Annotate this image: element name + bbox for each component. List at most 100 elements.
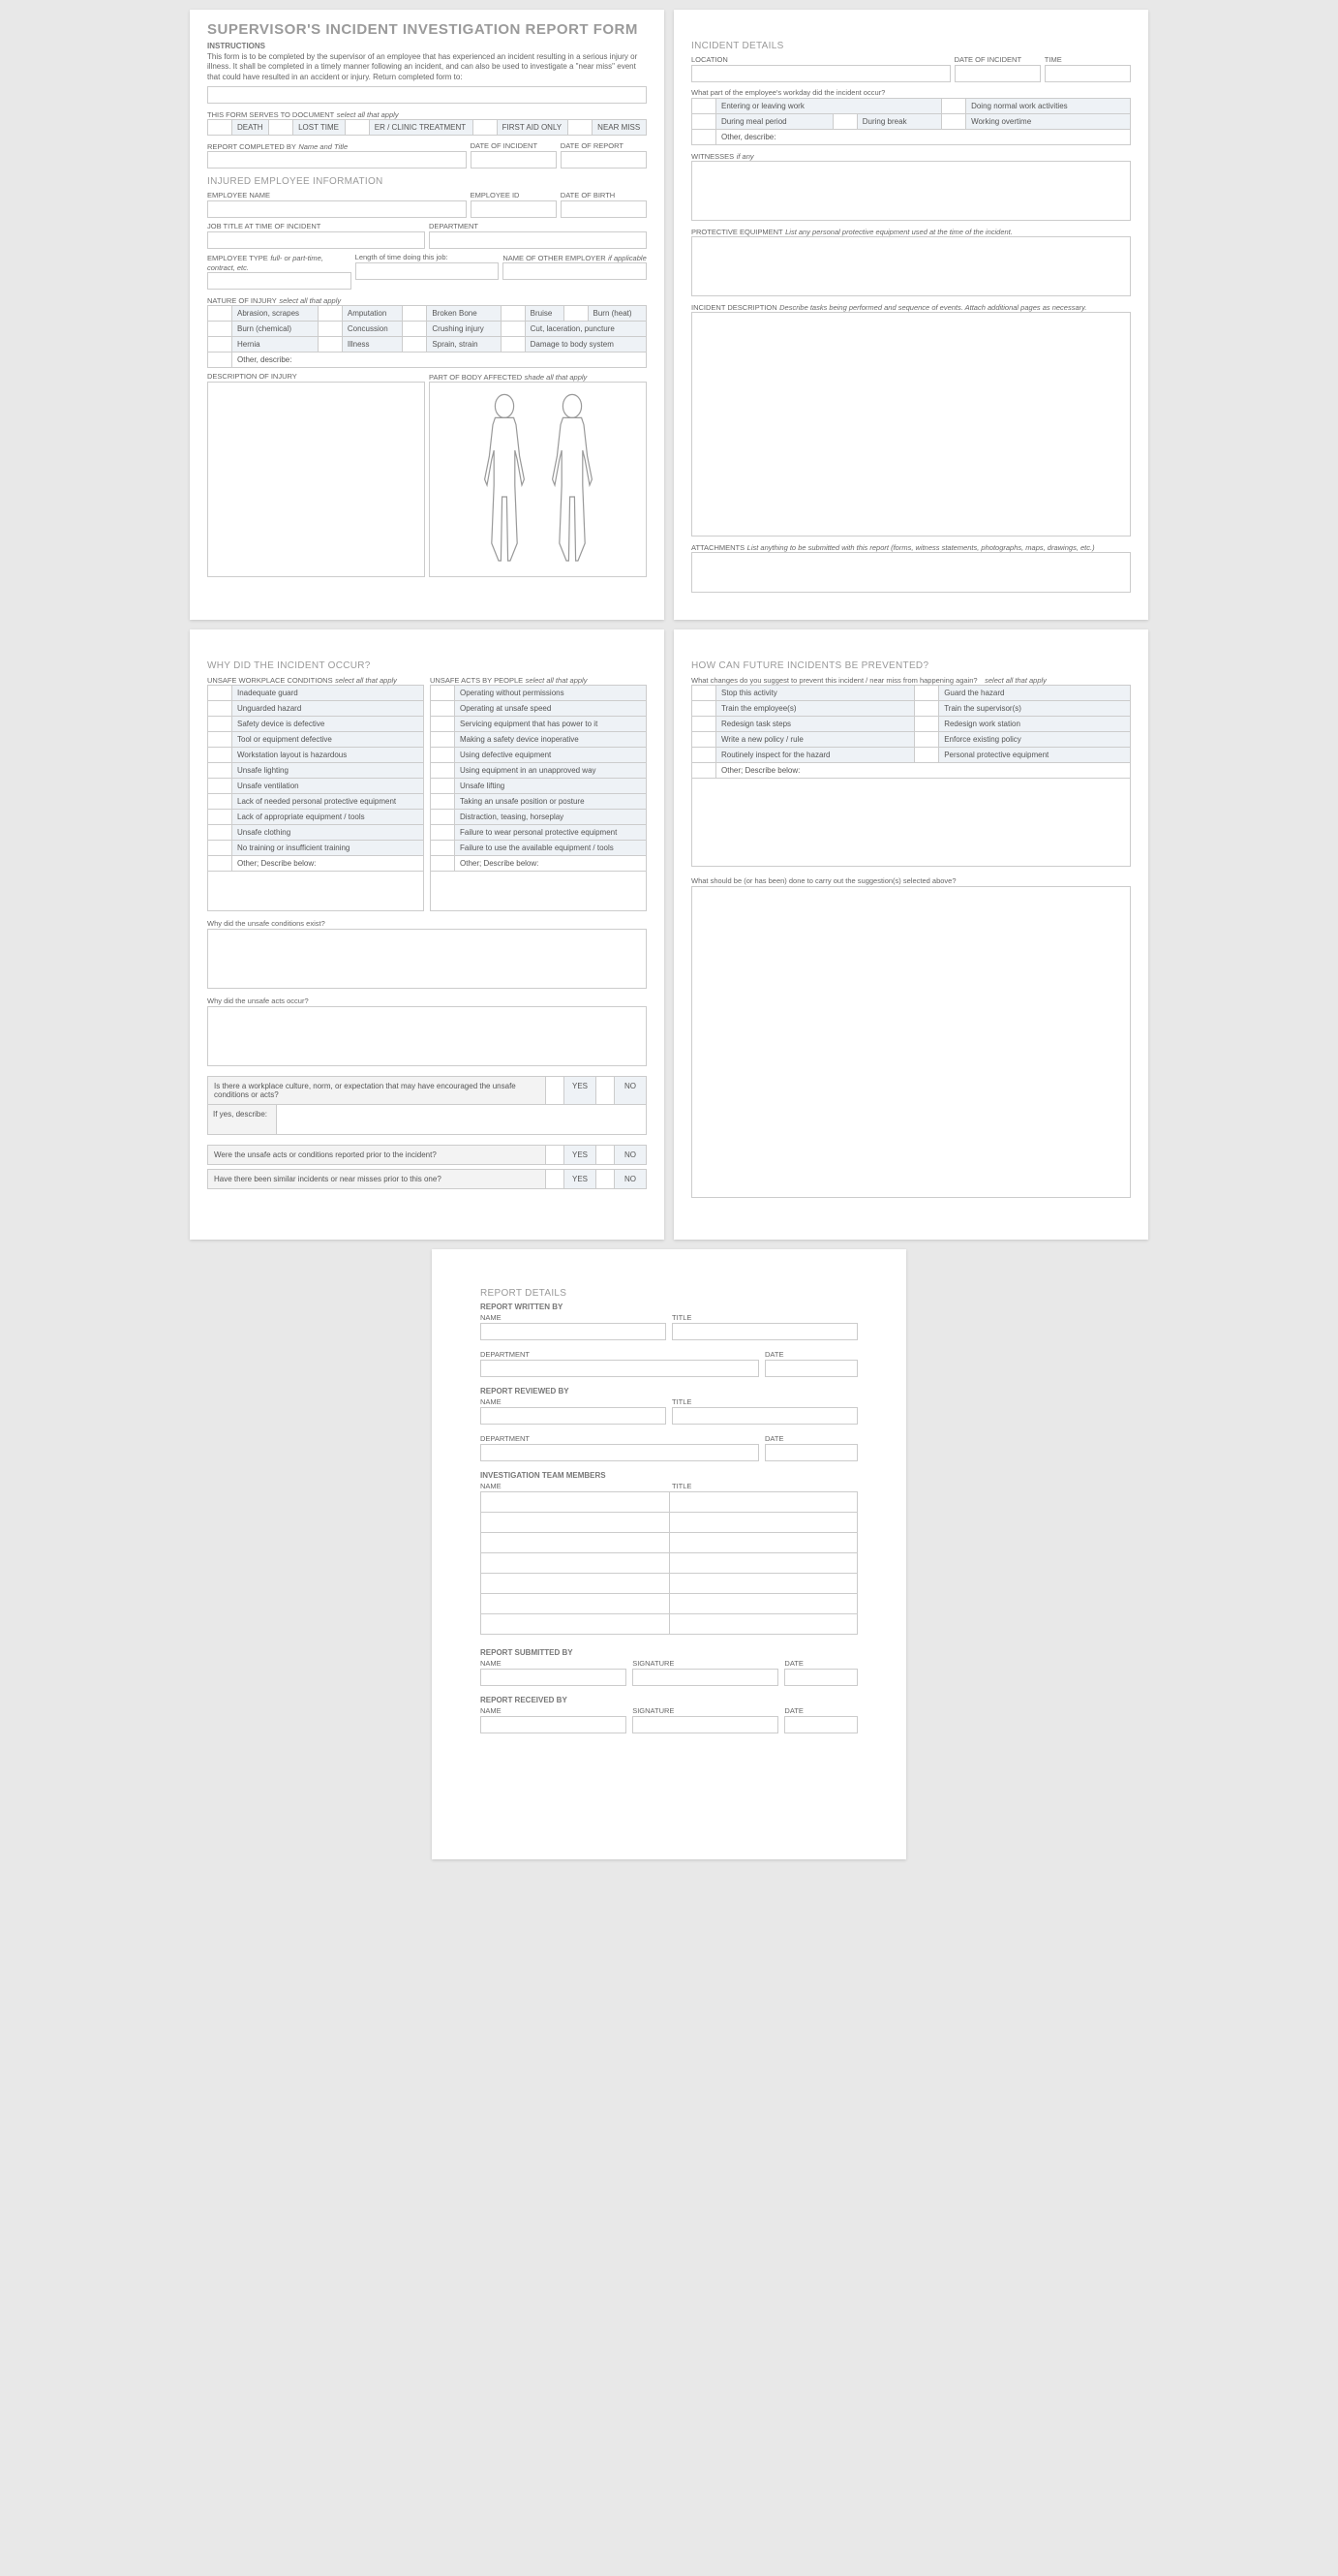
checkbox[interactable] xyxy=(208,337,232,353)
checkbox[interactable] xyxy=(915,717,939,732)
received-sig-input[interactable] xyxy=(632,1716,778,1733)
checkbox[interactable] xyxy=(431,686,455,701)
checkbox[interactable] xyxy=(431,732,455,748)
location-input[interactable] xyxy=(691,65,951,82)
checkbox[interactable] xyxy=(595,1146,614,1164)
desc-injury-input[interactable] xyxy=(207,382,425,577)
checkbox[interactable] xyxy=(563,306,588,322)
written-dept-input[interactable] xyxy=(480,1360,759,1377)
checkbox[interactable] xyxy=(501,322,525,337)
checkbox[interactable] xyxy=(595,1077,614,1104)
checkbox[interactable] xyxy=(431,717,455,732)
checkbox[interactable] xyxy=(692,130,716,145)
reviewed-dept-input[interactable] xyxy=(480,1444,759,1461)
checkbox[interactable] xyxy=(431,748,455,763)
body-diagram[interactable] xyxy=(429,382,647,577)
received-name-input[interactable] xyxy=(480,1716,626,1733)
checkbox[interactable] xyxy=(208,748,232,763)
acts-other-input[interactable] xyxy=(430,872,647,911)
checkbox[interactable] xyxy=(692,763,716,779)
received-date-input[interactable] xyxy=(784,1716,858,1733)
carryout-input[interactable] xyxy=(691,886,1131,1198)
department-input[interactable] xyxy=(429,231,647,249)
checkbox[interactable] xyxy=(208,732,232,748)
team-cell[interactable] xyxy=(669,1513,858,1533)
written-title-input[interactable] xyxy=(672,1323,858,1340)
checkbox[interactable] xyxy=(318,322,342,337)
date-incident-input[interactable] xyxy=(471,151,557,169)
team-cell[interactable] xyxy=(669,1492,858,1513)
checkbox[interactable] xyxy=(692,732,716,748)
checkbox[interactable] xyxy=(501,306,525,322)
checkbox[interactable] xyxy=(431,763,455,779)
submitted-date-input[interactable] xyxy=(784,1669,858,1686)
team-cell[interactable] xyxy=(669,1533,858,1553)
checkbox[interactable] xyxy=(208,794,232,810)
checkbox[interactable] xyxy=(208,841,232,856)
submitted-name-input[interactable] xyxy=(480,1669,626,1686)
checkbox[interactable] xyxy=(431,856,455,872)
checkbox[interactable] xyxy=(692,99,716,114)
reviewed-name-input[interactable] xyxy=(480,1407,666,1425)
checkbox[interactable] xyxy=(833,114,857,130)
job-title-input[interactable] xyxy=(207,231,425,249)
checkbox[interactable] xyxy=(431,794,455,810)
checkbox[interactable] xyxy=(915,732,939,748)
attachments-input[interactable] xyxy=(691,552,1131,593)
checkbox[interactable] xyxy=(208,763,232,779)
checkbox[interactable] xyxy=(431,779,455,794)
checkbox[interactable] xyxy=(403,306,427,322)
emp-type-input[interactable] xyxy=(207,272,351,290)
team-cell[interactable] xyxy=(481,1614,670,1635)
checkbox[interactable] xyxy=(595,1170,614,1188)
team-cell[interactable] xyxy=(481,1513,670,1533)
checkbox[interactable] xyxy=(915,701,939,717)
checkbox[interactable] xyxy=(403,337,427,353)
checkbox[interactable] xyxy=(568,120,593,136)
checkbox[interactable] xyxy=(208,717,232,732)
checkbox[interactable] xyxy=(431,841,455,856)
wd-other[interactable]: Other, describe: xyxy=(716,130,1131,145)
checkbox[interactable] xyxy=(431,701,455,717)
checkbox[interactable] xyxy=(208,353,232,368)
written-date-input[interactable] xyxy=(765,1360,858,1377)
team-cell[interactable] xyxy=(481,1553,670,1574)
checkbox[interactable] xyxy=(208,322,232,337)
checkbox[interactable] xyxy=(545,1146,563,1164)
checkbox[interactable] xyxy=(501,337,525,353)
checkbox[interactable] xyxy=(208,686,232,701)
date-report-input[interactable] xyxy=(561,151,647,169)
checkbox[interactable] xyxy=(208,856,232,872)
team-cell[interactable] xyxy=(481,1533,670,1553)
date-incident-input[interactable] xyxy=(955,65,1041,82)
length-input[interactable] xyxy=(355,262,500,280)
team-cell[interactable] xyxy=(669,1594,858,1614)
checkbox[interactable] xyxy=(692,686,716,701)
ppe-input[interactable] xyxy=(691,236,1131,296)
checkbox[interactable] xyxy=(208,701,232,717)
checkbox[interactable] xyxy=(472,120,497,136)
checkbox[interactable] xyxy=(403,322,427,337)
checkbox[interactable] xyxy=(942,99,966,114)
conditions-other-input[interactable] xyxy=(207,872,424,911)
dob-input[interactable] xyxy=(561,200,647,218)
checkbox[interactable] xyxy=(318,337,342,353)
checkbox[interactable] xyxy=(692,114,716,130)
emp-name-input[interactable] xyxy=(207,200,467,218)
team-cell[interactable] xyxy=(669,1553,858,1574)
inj-other[interactable]: Other, describe: xyxy=(232,353,647,368)
written-name-input[interactable] xyxy=(480,1323,666,1340)
checkbox[interactable] xyxy=(692,701,716,717)
checkbox[interactable] xyxy=(208,810,232,825)
time-input[interactable] xyxy=(1045,65,1131,82)
pv-other[interactable]: Other; Describe below: xyxy=(716,763,1131,779)
checkbox[interactable] xyxy=(545,1170,563,1188)
unsafe-acts-input[interactable] xyxy=(207,1006,647,1066)
culture-describe-input[interactable] xyxy=(276,1105,646,1134)
checkbox[interactable] xyxy=(915,686,939,701)
team-cell[interactable] xyxy=(481,1492,670,1513)
unsafe-conditions-input[interactable] xyxy=(207,929,647,989)
checkbox[interactable] xyxy=(269,120,293,136)
team-cell[interactable] xyxy=(669,1614,858,1635)
checkbox[interactable] xyxy=(208,120,232,136)
